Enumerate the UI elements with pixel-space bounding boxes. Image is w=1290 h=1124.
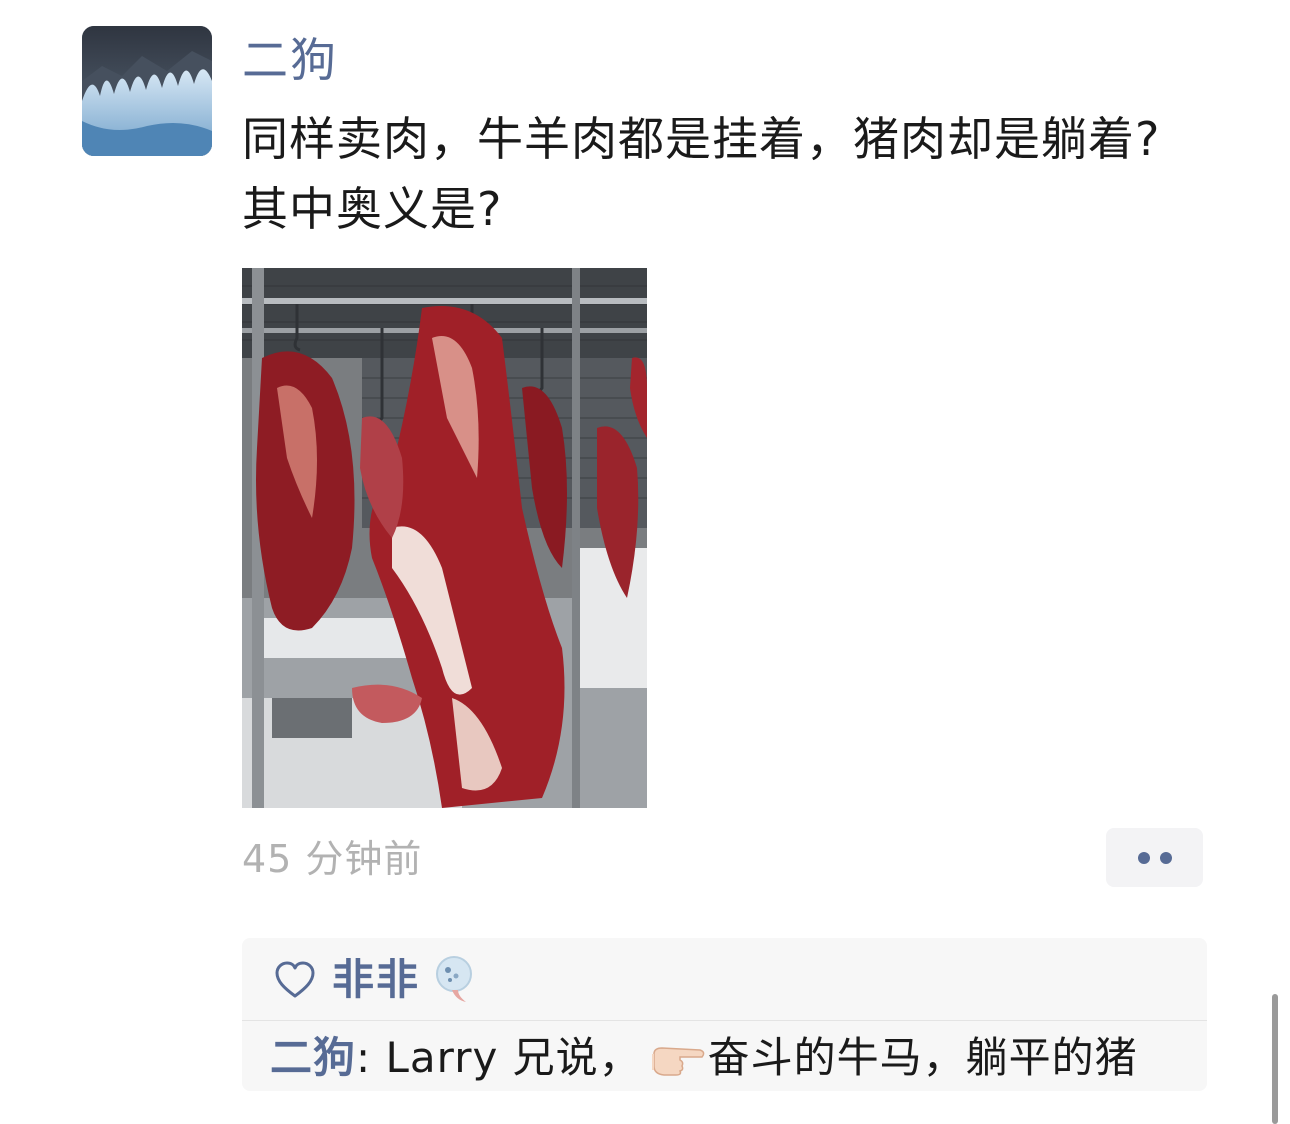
hanging-meat-photo [242, 268, 647, 808]
comment-author[interactable]: 二狗 [270, 1033, 356, 1082]
likes-comments-panel: 非非 二狗: Larry 兄说， 奋斗的牛马，躺平的猪 [242, 938, 1207, 1091]
post-photo[interactable] [242, 268, 647, 808]
comment-text-start: Larry 兄说， [385, 1033, 642, 1082]
small-avatar-icon [436, 956, 472, 1002]
comment-item[interactable]: 二狗: Larry 兄说， 奋斗的牛马，躺平的猪 [270, 1030, 1138, 1086]
liker-name[interactable]: 非非 [332, 952, 420, 1008]
comment-separator: : [356, 1033, 386, 1082]
vertical-scrollbar[interactable] [1272, 994, 1278, 1124]
pointing-right-hand-emoji-icon [651, 1047, 705, 1076]
post-timestamp: 45 分钟前 [242, 837, 423, 881]
likes-row: 非非 [242, 938, 1207, 1020]
heart-outline-icon [275, 961, 315, 998]
post-author-name[interactable]: 二狗 [242, 30, 338, 90]
more-dots-icon [1137, 851, 1150, 864]
comment-text-end: 奋斗的牛马，躺平的猪 [707, 1033, 1138, 1082]
more-dots-icon [1159, 851, 1172, 864]
author-avatar[interactable] [82, 26, 212, 156]
post-text: 同样卖肉，牛羊肉都是挂着，猪肉却是躺着?其中奥义是? [242, 112, 1161, 236]
ice-forest-avatar-icon [82, 26, 212, 156]
panel-divider [242, 1020, 1207, 1021]
more-actions-button[interactable] [1106, 828, 1203, 887]
